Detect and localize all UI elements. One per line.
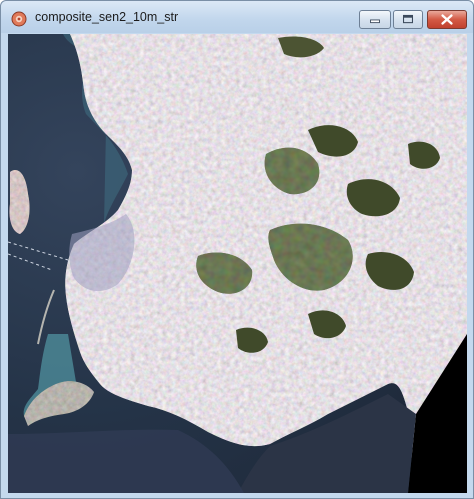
minimize-button[interactable] [359,10,391,29]
window-title: composite_sen2_10m_str [35,10,179,24]
maximize-icon [402,14,414,24]
satellite-image [8,34,467,493]
close-icon [441,14,453,25]
minimize-icon [370,19,380,24]
image-window: composite_sen2_10m_str [0,0,474,499]
maximize-button[interactable] [393,10,423,29]
close-button[interactable] [427,10,467,29]
image-canvas[interactable] [8,34,467,493]
app-icon[interactable] [11,11,27,27]
title-bar[interactable]: composite_sen2_10m_str [1,1,473,33]
